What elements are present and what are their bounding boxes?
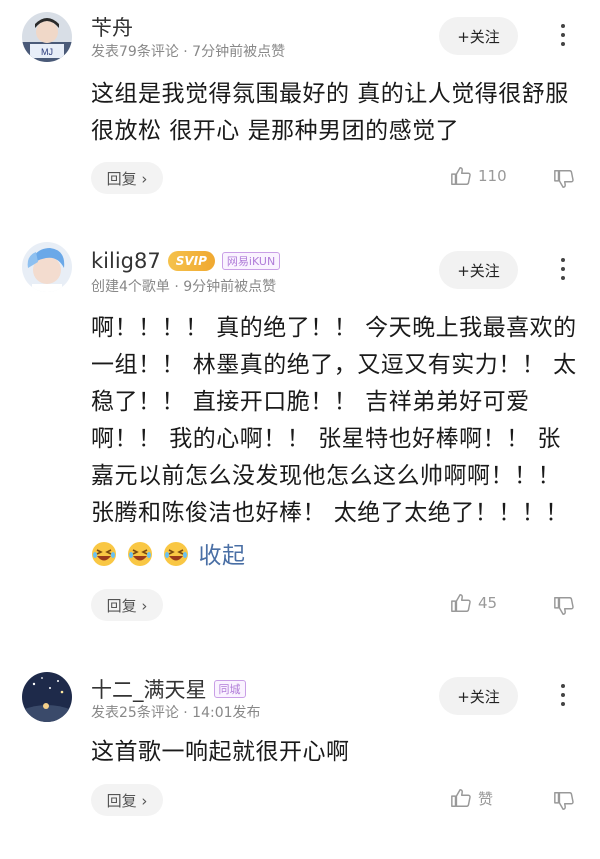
thumbs-up-icon [451,594,471,612]
like-count: 110 [478,167,507,185]
username[interactable]: 十二_满天星 [91,674,207,704]
like-count: 赞 [478,789,494,808]
username-row: 十二_满天星 同城 [91,674,246,704]
thumbs-down-icon[interactable] [553,595,575,617]
thumbs-down-icon[interactable] [553,790,575,812]
thumbs-down-icon[interactable] [553,168,575,190]
username[interactable]: kilig87 [91,249,161,273]
more-options-icon[interactable] [558,258,568,284]
comment-item: kilig87 SVIP 网易iKUN 创建4个歌单 · 9分钟前被点赞 +关注… [0,220,600,650]
username-row: kilig87 SVIP 网易iKUN [91,249,281,273]
like-count: 45 [478,594,498,612]
comment-text: 这首歌一响起就很开心啊 [91,739,350,765]
reply-button[interactable]: 回复 › [91,589,163,621]
avatar-photo-icon: MJ [22,12,72,62]
laughing-emoji-icon [127,542,152,566]
reply-button[interactable]: 回复 › [91,784,163,816]
avatar-photo-icon [22,242,72,292]
vip-badge: SVIP [167,251,215,271]
username-row: 苄舟 [91,12,133,42]
comment-item: MJ 苄舟 发表79条评论 · 7分钟前被点赞 +关注 这组是我觉得氛围最好的 … [0,0,600,220]
more-options-icon[interactable] [558,684,568,710]
follow-button[interactable]: +关注 [439,251,518,289]
comment-item: 十二_满天星 同城 发表25条评论 · 14:01发布 +关注 这首歌一响起就很… [0,650,600,859]
collapse-link[interactable]: 收起 [198,543,245,569]
like-button[interactable]: 赞 [450,787,493,809]
comment-text-block: 啊！！！！ 真的绝了！！ 今天晚上我最喜欢的一组！！ 林墨真的绝了，又逗又有实力… [91,310,581,575]
comment-text: 啊！！！！ 真的绝了！！ 今天晚上我最喜欢的一组！！ 林墨真的绝了，又逗又有实力… [91,315,577,526]
laughing-emoji-icon [92,542,116,566]
laughing-emoji-icon [163,542,188,566]
fan-tag-badge: 网易iKUN [221,252,281,270]
thumbs-up-icon [451,789,471,807]
follow-button[interactable]: +关注 [439,17,518,55]
more-options-icon[interactable] [558,24,568,50]
like-button[interactable]: 45 [450,592,497,614]
avatar[interactable]: MJ [22,12,72,62]
comment-meta: 发表25条评论 · 14:01发布 [91,705,261,721]
thumbs-up-icon [451,167,471,185]
emoji-row: 收起 [91,538,581,575]
comment-text: 这组是我觉得氛围最好的 真的让人觉得很舒服 很放松 很开心 是那种男团的感觉了 [91,81,569,144]
svg-text:MJ: MJ [41,47,53,57]
comment-meta: 创建4个歌单 · 9分钟前被点赞 [91,279,277,295]
avatar[interactable] [22,672,72,722]
avatar-photo-icon [22,672,72,722]
follow-button[interactable]: +关注 [439,677,518,715]
username[interactable]: 苄舟 [91,12,133,42]
comment-meta: 发表79条评论 · 7分钟前被点赞 [91,44,286,60]
avatar[interactable] [22,242,72,292]
reply-button[interactable]: 回复 › [91,162,163,194]
location-tag-badge: 同城 [213,680,246,698]
like-button[interactable]: 110 [450,165,507,187]
